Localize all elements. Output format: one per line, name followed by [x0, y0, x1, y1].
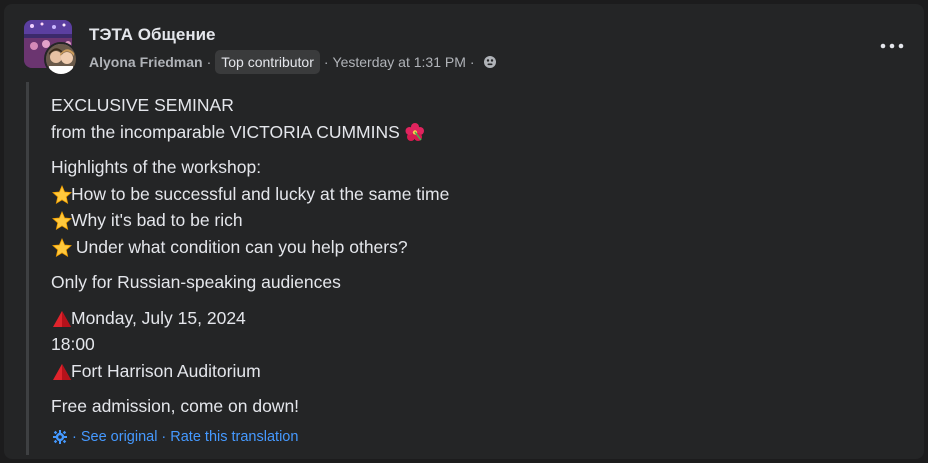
post-subtitle-line: from the incomparable VICTORIA CUMMINS	[51, 119, 891, 146]
highlight-text: How to be successful and lucky at the sa…	[71, 183, 450, 204]
translation-footer: · See original · Rate this translation	[52, 427, 298, 447]
list-item: Under what condition can you help others…	[51, 234, 891, 261]
separator: ·	[206, 54, 212, 70]
hibiscus-icon	[405, 122, 425, 142]
top-contributor-badge[interactable]: Top contributor	[215, 50, 320, 74]
event-date-line: Monday, July 15, 2024	[51, 305, 891, 332]
post-title: EXCLUSIVE SEMINAR	[51, 95, 234, 115]
highlights-heading: Highlights of the workshop:	[51, 157, 262, 177]
post-subtitle: from the incomparable VICTORIA CUMMINS	[51, 121, 400, 142]
star-icon	[51, 210, 72, 231]
event-venue: Fort Harrison Auditorium	[71, 360, 261, 381]
list-item: Why it's bad to be rich	[51, 207, 891, 234]
highlights-section: Highlights of the workshop: How to be su…	[51, 154, 891, 260]
highlight-text: Why it's bad to be rich	[71, 210, 243, 230]
post-card: ТЭТА Общение Alyona Friedman · Top contr…	[4, 4, 924, 459]
see-original-link[interactable]: See original	[81, 429, 158, 445]
group-name[interactable]: ТЭТА Общение	[89, 25, 216, 45]
audience-note: Only for Russian-speaking audiences	[51, 269, 891, 296]
avatar-group[interactable]	[24, 20, 80, 76]
author-name[interactable]: Alyona Friedman	[89, 54, 203, 70]
event-venue-line: Fort Harrison Auditorium	[51, 358, 891, 385]
gear-icon[interactable]	[52, 429, 68, 445]
red-triangle-icon	[51, 361, 71, 381]
separator: ·	[323, 54, 329, 70]
separator: ·	[72, 429, 77, 445]
audience-text: Only for Russian-speaking audiences	[51, 272, 341, 292]
post-timestamp[interactable]: Yesterday at 1:31 PM	[333, 54, 466, 70]
more-options-icon	[880, 43, 904, 49]
star-icon	[51, 184, 72, 204]
rate-translation-link[interactable]: Rate this translation	[170, 429, 298, 445]
globe-icon[interactable]	[483, 55, 497, 69]
avatar[interactable]	[44, 42, 78, 76]
red-triangle-icon	[51, 308, 71, 328]
closing-note: Free admission, come on down!	[51, 393, 891, 420]
closing-text: Free admission, come on down!	[51, 396, 300, 416]
event-time: 18:00	[51, 334, 95, 354]
star-icon	[51, 237, 72, 257]
post-meta: Alyona Friedman · Top contributor · Yest…	[89, 49, 497, 75]
thread-line	[26, 82, 29, 455]
list-item: How to be successful and lucky at the sa…	[51, 181, 891, 208]
more-options-button[interactable]	[874, 34, 910, 58]
highlight-text: Under what condition can you help others…	[71, 236, 408, 257]
post-intro: EXCLUSIVE SEMINAR from the incomparable …	[51, 92, 891, 145]
separator: ·	[161, 429, 167, 445]
event-details: Monday, July 15, 2024 18:00 Fort Harriso…	[51, 305, 891, 385]
post-body: EXCLUSIVE SEMINAR from the incomparable …	[51, 92, 891, 429]
event-date: Monday, July 15, 2024	[71, 307, 246, 328]
separator: ·	[469, 54, 475, 70]
